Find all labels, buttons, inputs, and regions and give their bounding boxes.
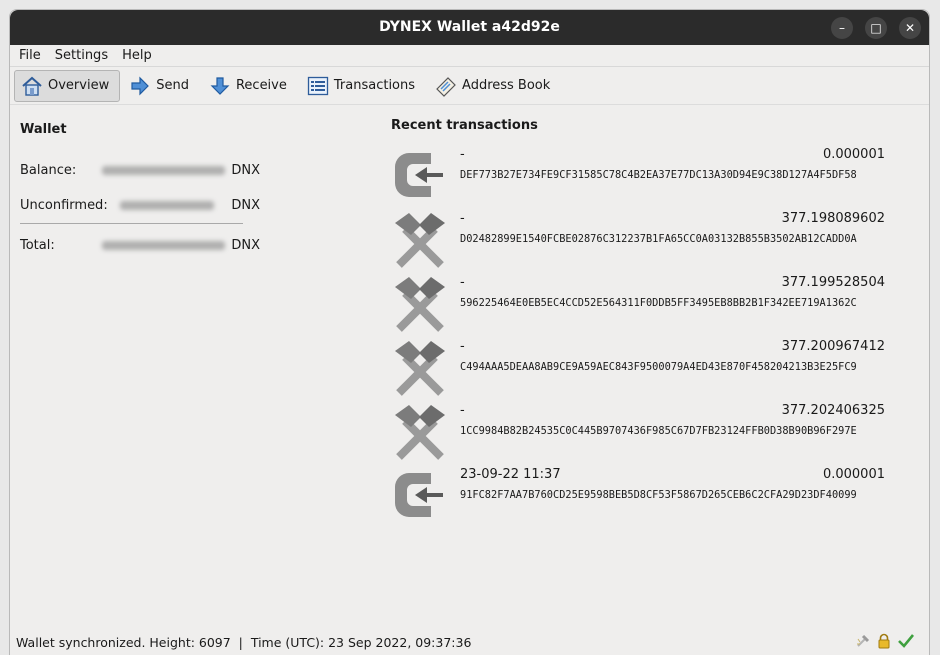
transaction-date: - — [460, 339, 465, 354]
tab-transactions-label: Transactions — [333, 78, 416, 93]
mining-status-icon[interactable] — [855, 633, 871, 649]
tab-send-label: Send — [156, 78, 189, 93]
mining-icon — [391, 339, 449, 397]
transaction-hash: 91FC82F7AA7B760CD25E9598BEB5D8CF53F5867D… — [460, 489, 857, 501]
transaction-list: - 0.000001 DEF773B27E734FE9CF31585C78C4B2E… — [391, 147, 885, 531]
total-divider — [20, 223, 243, 224]
lock-icon[interactable] — [876, 633, 892, 649]
tab-send[interactable]: Send — [122, 70, 200, 102]
wallet-heading: Wallet — [20, 122, 67, 137]
address-book-icon — [436, 76, 456, 97]
transaction-row[interactable]: - 0.000001 DEF773B27E734FE9CF31585C78C4B2E… — [391, 147, 885, 211]
window-title: DYNEX Wallet a42d92e — [379, 19, 560, 35]
menu-bar: File Settings Help — [10, 45, 929, 67]
menu-file[interactable]: File — [12, 48, 48, 63]
menu-settings[interactable]: Settings — [48, 48, 115, 63]
transaction-amount: 0.000001 — [822, 467, 885, 482]
transaction-row[interactable]: - 377.199528504 596225464E0EB5EC4CCD52E564… — [391, 275, 885, 339]
status-bar: Wallet synchronized. Height: 6097 | Time… — [10, 630, 929, 655]
send-arrow-icon — [131, 76, 150, 95]
balance-label: Balance: — [20, 163, 77, 178]
recent-transactions-panel: Recent transactions - 0.000001 DEF773B27E7… — [391, 118, 885, 531]
close-button[interactable]: ✕ — [899, 17, 921, 39]
total-unit: DNX — [231, 238, 260, 253]
transaction-row[interactable]: 23-09-22 11:37 0.000001 91FC82F7AA7B760CD2… — [391, 467, 885, 531]
transaction-date: - — [460, 275, 465, 290]
transaction-hash: 1CC9984B82B24535C0C445B9707436F985C67D7F… — [460, 425, 857, 437]
mining-icon — [391, 275, 449, 333]
unconfirmed-row: Unconfirmed: DNX — [20, 188, 260, 223]
unconfirmed-value-redacted — [119, 201, 215, 210]
transaction-amount: 377.199528504 — [781, 275, 885, 290]
tab-address-book[interactable]: Address Book — [428, 70, 561, 102]
unconfirmed-label: Unconfirmed: — [20, 198, 108, 213]
minimize-button[interactable]: – — [831, 17, 853, 39]
total-value-redacted — [101, 241, 226, 250]
transaction-hash: 596225464E0EB5EC4CCD52E564311F0DDB5FF349… — [460, 297, 857, 309]
transaction-hash: D02482899E1540FCBE02876C312237B1FA65CC0A… — [460, 233, 857, 245]
incoming-icon — [391, 147, 449, 205]
transaction-hash: C494AAA5DEAA8AB9CE9A59AEC843F9500079A4ED… — [460, 361, 857, 373]
balance-row: Balance: DNX — [20, 153, 260, 188]
transaction-row[interactable]: - 377.198089602 D02482899E1540FCBE02876C31… — [391, 211, 885, 275]
incoming-icon — [391, 467, 449, 525]
receive-arrow-icon — [210, 76, 230, 95]
title-bar[interactable]: DYNEX Wallet a42d92e – □ ✕ — [10, 10, 929, 45]
tab-overview[interactable]: Overview — [14, 69, 121, 102]
transaction-row[interactable]: - 377.202406325 1CC9984B82B24535C0C445B970… — [391, 403, 885, 467]
unconfirmed-unit: DNX — [231, 198, 260, 213]
transaction-amount: 377.200967412 — [781, 339, 885, 354]
wallet-panel: Wallet Balance: DNX Unconfirmed: DNX Tot… — [20, 122, 260, 263]
transaction-date: - — [460, 403, 465, 418]
transaction-date: - — [460, 211, 465, 226]
total-row: Total: DNX — [20, 228, 260, 263]
mining-icon — [391, 403, 449, 461]
synced-check-icon[interactable] — [897, 633, 915, 649]
transaction-date: - — [460, 147, 465, 162]
maximize-button[interactable]: □ — [865, 17, 887, 39]
transaction-hash: DEF773B27E734FE9CF31585C78C4B2EA37E77DC1… — [460, 169, 857, 181]
wallet-window: DYNEX Wallet a42d92e – □ ✕ File Settings… — [9, 9, 930, 655]
list-icon — [307, 76, 329, 95]
transaction-amount: 377.202406325 — [781, 403, 885, 418]
status-icons — [855, 633, 915, 649]
sync-status-text: Wallet synchronized. Height: 6097 | Time… — [16, 635, 472, 650]
mining-icon — [391, 211, 449, 269]
tab-receive-label: Receive — [235, 78, 287, 93]
tab-transactions[interactable]: Transactions — [300, 70, 426, 102]
balance-value-redacted — [101, 166, 226, 175]
transaction-amount: 377.198089602 — [781, 211, 885, 226]
toolbar: Overview Send Receive Transactions Addre… — [10, 67, 929, 105]
balance-unit: DNX — [231, 163, 260, 178]
tab-receive[interactable]: Receive — [202, 70, 298, 102]
home-icon — [22, 76, 42, 96]
recent-transactions-heading: Recent transactions — [391, 118, 538, 133]
tab-address-book-label: Address Book — [462, 78, 551, 93]
tab-overview-label: Overview — [48, 78, 110, 93]
total-label: Total: — [20, 238, 55, 253]
transaction-row[interactable]: - 377.200967412 C494AAA5DEAA8AB9CE9A59AEC8… — [391, 339, 885, 403]
transaction-amount: 0.000001 — [822, 147, 885, 162]
transaction-date: 23-09-22 11:37 — [460, 467, 561, 482]
menu-help[interactable]: Help — [115, 48, 159, 63]
